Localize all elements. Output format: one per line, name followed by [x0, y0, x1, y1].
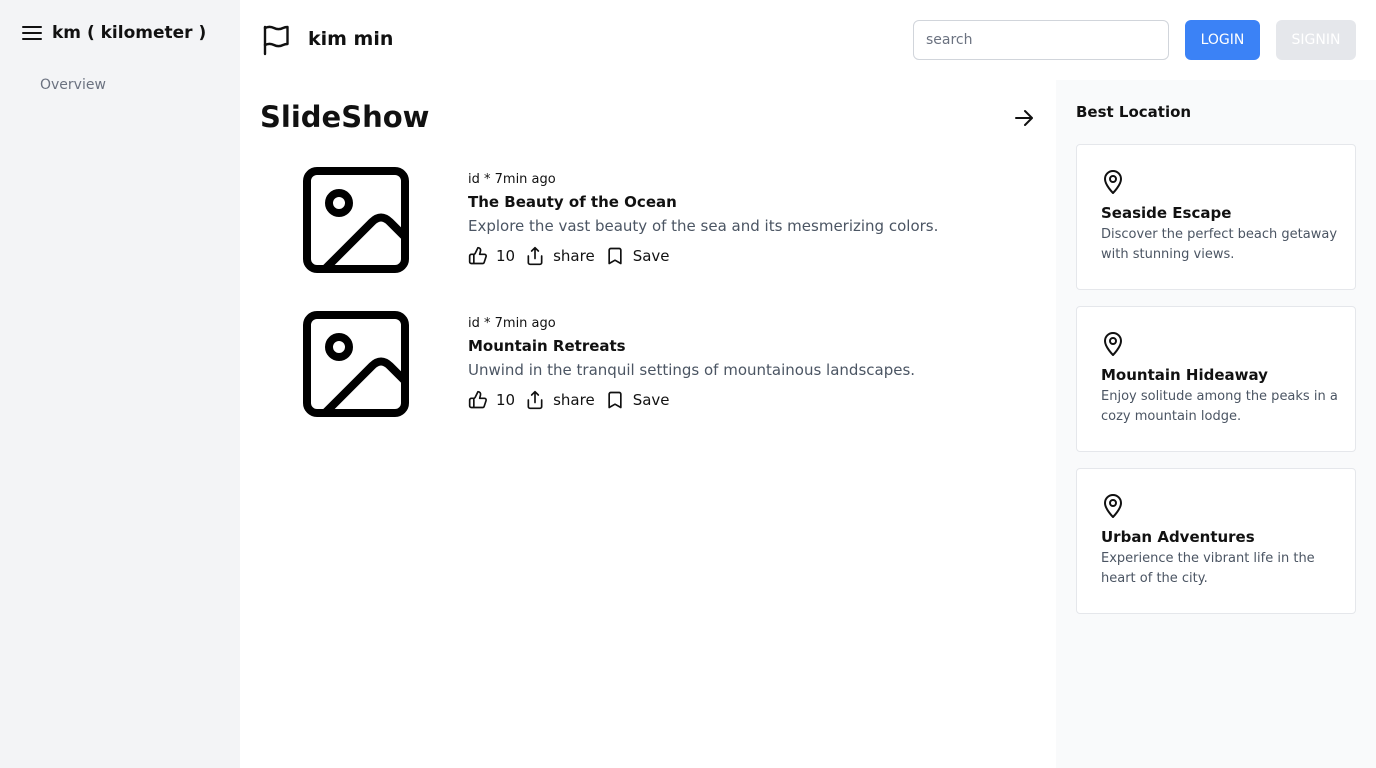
main-content: SlideShow id * 7min ago The Beauty of th…: [240, 80, 1056, 768]
post-description: Unwind in the tranquil settings of mount…: [468, 361, 916, 379]
brand-name: kim min: [308, 28, 394, 50]
location-description: Discover the perfect beach getaway with …: [1101, 227, 1338, 262]
share-label: share: [553, 391, 595, 409]
location-description: Enjoy solitude among the peaks in a cozy…: [1101, 389, 1338, 424]
post-description: Explore the vast beauty of the sea and i…: [468, 217, 939, 235]
location-card[interactable]: Seaside Escape Discover the perfect beac…: [1076, 144, 1356, 290]
save-label: Save: [632, 391, 670, 409]
sidebar-header: km ( kilometer ): [22, 22, 206, 44]
map-pin-icon: [1101, 493, 1125, 519]
like-button[interactable]: 10: [468, 246, 515, 266]
menu-icon[interactable]: [22, 22, 42, 44]
flag-icon: [262, 24, 292, 56]
sidebar-title: km ( kilometer ): [52, 23, 207, 43]
image-placeholder-icon: [302, 310, 410, 418]
post-meta: id * 7min ago: [468, 316, 556, 331]
map-pin-icon: [1101, 331, 1125, 357]
login-button[interactable]: LOGIN: [1185, 20, 1260, 60]
thumbs-up-icon: [468, 246, 488, 266]
post-title[interactable]: The Beauty of the Ocean: [468, 193, 677, 211]
arrow-right-icon[interactable]: [1012, 106, 1036, 130]
location-card[interactable]: Mountain Hideaway Enjoy solitude among t…: [1076, 306, 1356, 452]
location-description: Experience the vibrant life in the heart…: [1101, 551, 1315, 586]
post-actions: 10 share Save: [468, 390, 670, 410]
like-button[interactable]: 10: [468, 390, 515, 410]
sidebar: km ( kilometer ) Overview: [0, 0, 240, 768]
bookmark-icon: [605, 390, 625, 410]
like-count: 10: [496, 391, 516, 409]
map-pin-icon: [1101, 169, 1125, 195]
post-title[interactable]: Mountain Retreats: [468, 337, 626, 355]
panel-title: Best Location: [1076, 103, 1192, 121]
location-title: Mountain Hideaway: [1101, 366, 1268, 384]
signin-button[interactable]: SIGNIN: [1276, 20, 1356, 60]
post-item: id * 7min ago The Beauty of the Ocean Ex…: [302, 160, 1022, 280]
like-count: 10: [496, 247, 516, 265]
share-button[interactable]: share: [525, 246, 595, 266]
post-actions: 10 share Save: [468, 246, 670, 266]
bookmark-icon: [605, 246, 625, 266]
post-meta: id * 7min ago: [468, 172, 556, 187]
image-placeholder-icon: [302, 166, 410, 274]
thumbs-up-icon: [468, 390, 488, 410]
location-title: Urban Adventures: [1101, 528, 1255, 546]
share-icon: [525, 246, 545, 266]
sidebar-item-overview[interactable]: Overview: [40, 77, 106, 93]
search-input[interactable]: [913, 20, 1169, 60]
post-item: id * 7min ago Mountain Retreats Unwind i…: [302, 304, 1022, 424]
share-icon: [525, 390, 545, 410]
header: kim min LOGIN SIGNIN: [240, 0, 1376, 80]
save-button[interactable]: Save: [605, 390, 670, 410]
location-card[interactable]: Urban Adventures Experience the vibrant …: [1076, 468, 1356, 614]
best-location-panel: Best Location Seaside Escape Discover th…: [1056, 80, 1376, 768]
share-button[interactable]: share: [525, 390, 595, 410]
share-label: share: [553, 247, 595, 265]
save-button[interactable]: Save: [605, 246, 670, 266]
location-title: Seaside Escape: [1101, 204, 1232, 222]
page-title: SlideShow: [260, 100, 430, 134]
save-label: Save: [632, 247, 670, 265]
